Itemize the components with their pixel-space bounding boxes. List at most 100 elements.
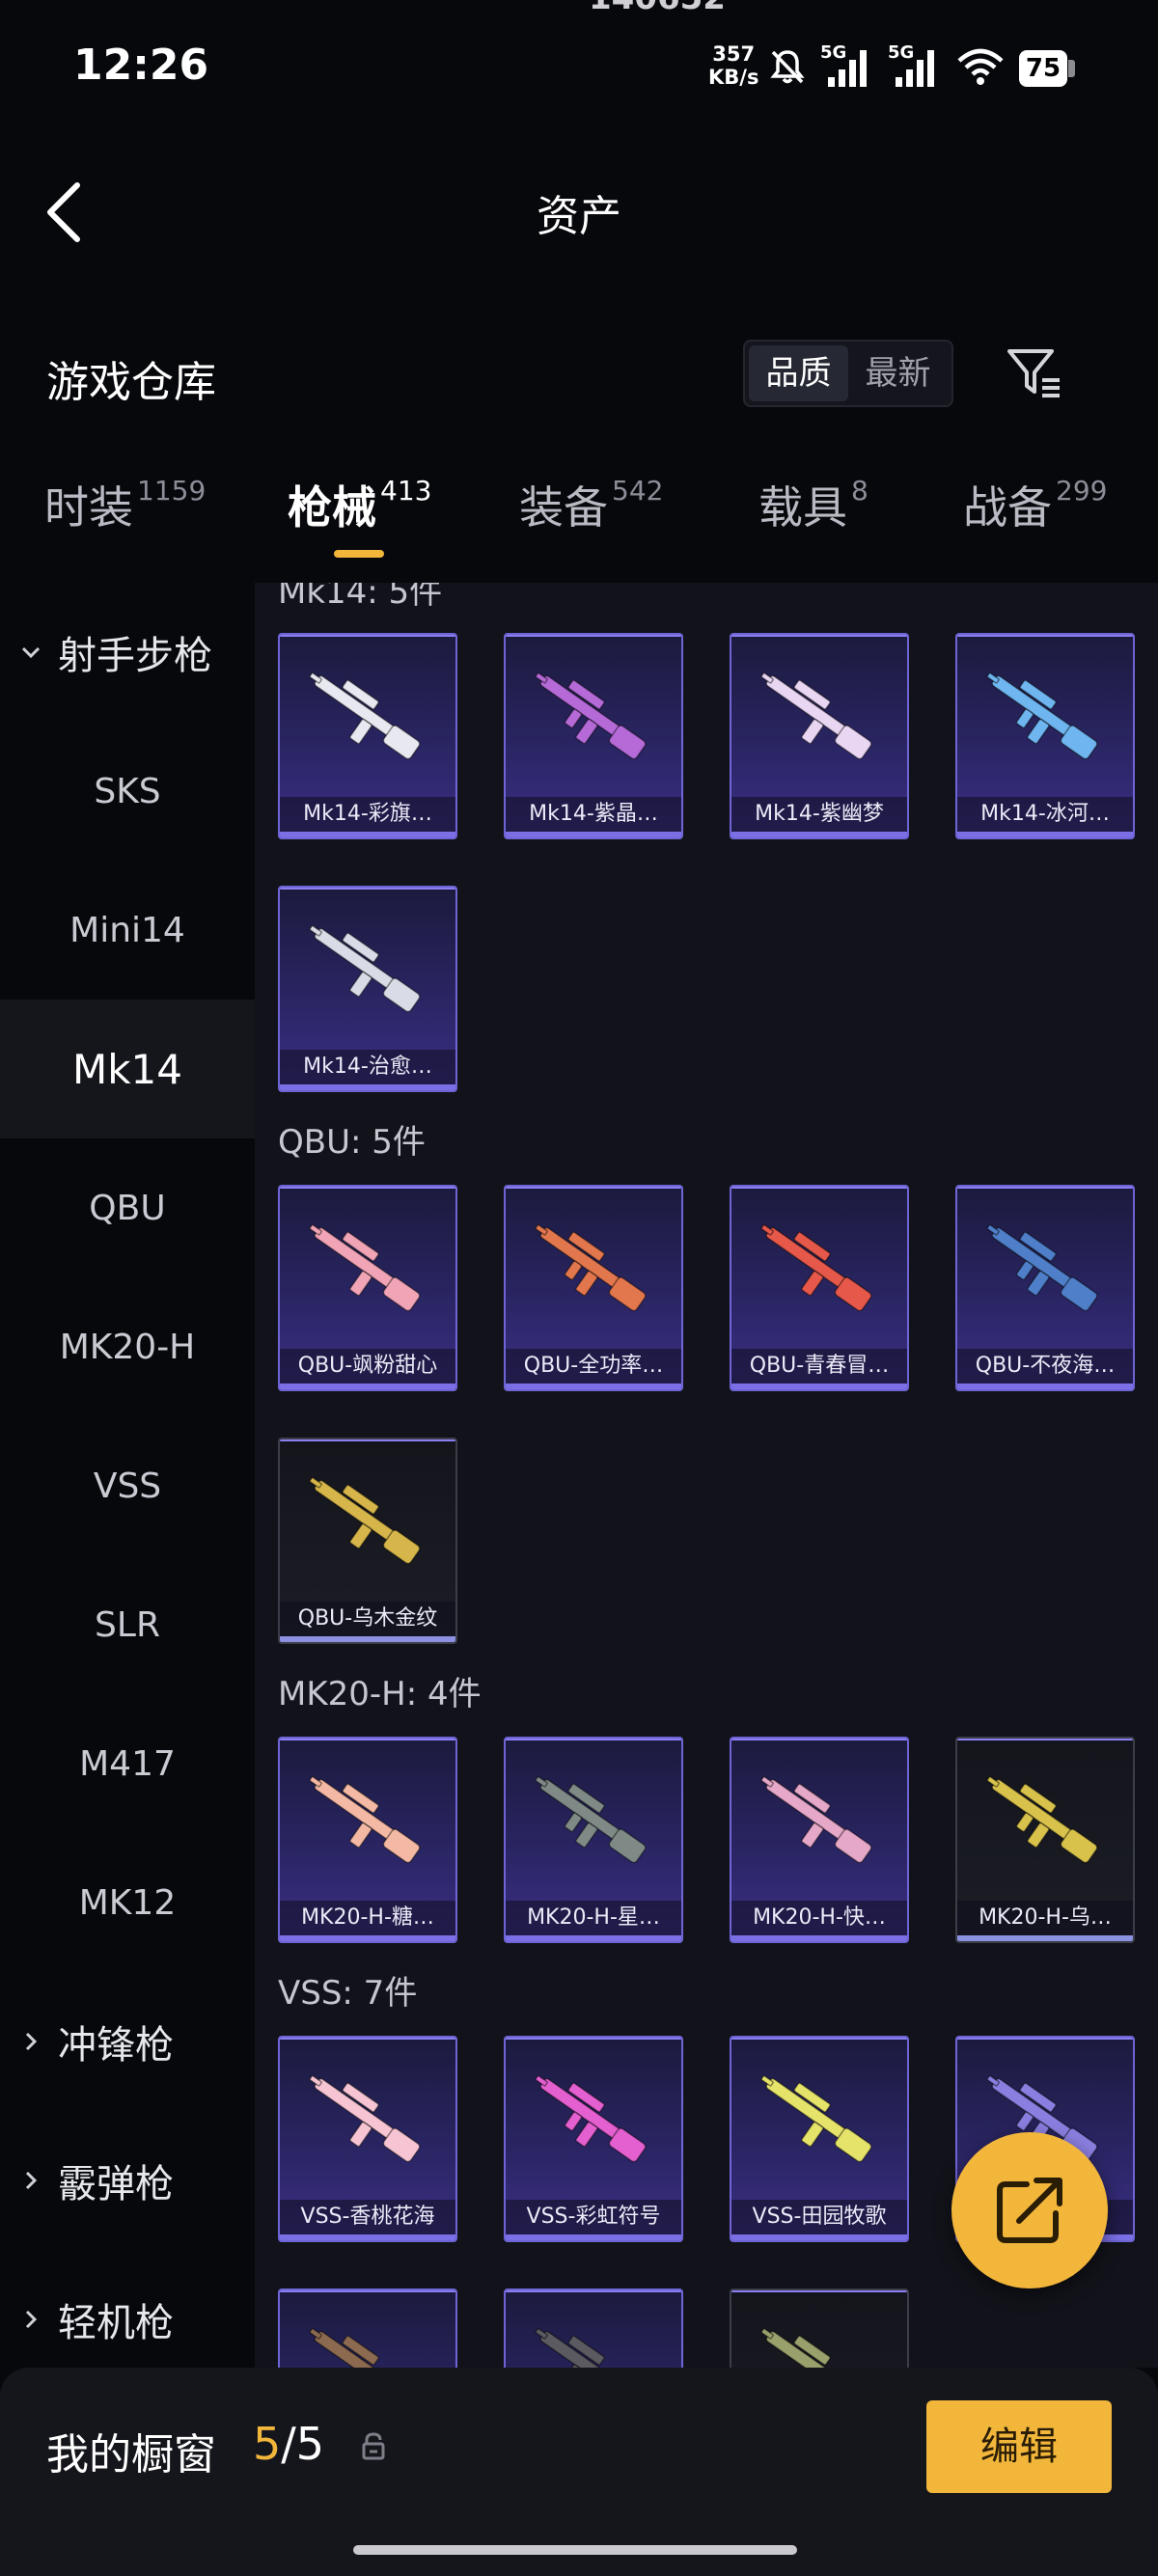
net-speed: 357 KB/s (708, 42, 758, 89)
tab-fashion[interactable]: 时装 1159 (44, 473, 206, 565)
sidebar-group-label: 冲锋枪 (58, 2023, 174, 2068)
skin-card[interactable]: MK20-H-糖… (278, 1737, 457, 1943)
skin-card[interactable]: Mk14-治愈… (278, 886, 457, 1092)
rifle-skin-icon (309, 2327, 415, 2368)
skin-grid: Mk14: 5件 QBU: 5件 MK20-H: 4件 VSS: 7件 Mk14… (255, 583, 1158, 2368)
group-header-qbu: QBU: 5件 (278, 1123, 426, 1162)
skin-card[interactable] (730, 2288, 909, 2368)
mute-bell-icon (770, 50, 805, 84)
card-top-border (506, 1739, 681, 1740)
skin-card[interactable]: Mk14-紫幽梦 (730, 633, 909, 839)
skin-card[interactable]: Mk14-紫晶… (504, 633, 683, 839)
sidebar-group-label: 射手步枪 (58, 634, 212, 678)
skin-name: MK20-H-快… (731, 1901, 907, 1935)
skin-card[interactable] (504, 2288, 683, 2368)
sidebar-item-m417[interactable]: M417 (0, 1694, 255, 1833)
share-button[interactable] (951, 2132, 1108, 2288)
sidebar-item-sks[interactable]: SKS (0, 722, 255, 861)
rifle-skin-icon (986, 1223, 1098, 1312)
filter-button[interactable] (1004, 342, 1065, 403)
rifle-skin-icon (760, 2327, 867, 2368)
group-header-mk20h: MK20-H: 4件 (278, 1675, 482, 1713)
chevron-down-icon (21, 646, 41, 659)
rarity-bar (280, 1935, 455, 1941)
sort-option-quality[interactable]: 品质 (749, 345, 848, 401)
back-button[interactable] (37, 174, 95, 251)
showcase-separator: / (281, 2418, 296, 2470)
rifle-skin-icon (309, 1476, 421, 1565)
skin-card[interactable]: QBU-飒粉甜心 (278, 1185, 457, 1391)
skin-card[interactable]: QBU-全功率… (504, 1185, 683, 1391)
card-top-border (280, 1187, 455, 1189)
skin-name: QBU-飒粉甜心 (280, 1349, 455, 1384)
tab-label: 时装 (44, 481, 133, 534)
category-tabs: 时装 1159 枪械 413 装备 542 载具 8 战备 299 (0, 473, 1158, 565)
rarity-bar (731, 1384, 907, 1389)
sidebar-group-marksman-rifles[interactable]: 射手步枪 (0, 583, 255, 722)
sort-option-newest[interactable]: 最新 (848, 345, 948, 401)
wifi-icon (957, 48, 1004, 85)
rarity-bar (280, 1636, 455, 1642)
edit-showcase-button[interactable]: 编辑 (926, 2400, 1112, 2493)
skin-card[interactable]: VSS-香桃花海 (278, 2036, 457, 2242)
card-top-border (957, 1739, 1133, 1740)
rifle-skin-icon (986, 671, 1098, 760)
net-speed-unit: KB/s (708, 66, 759, 89)
tab-vehicles[interactable]: 载具 8 (758, 473, 868, 565)
skin-card[interactable]: MK20-H-快… (730, 1737, 909, 1943)
share-external-icon (997, 2178, 1062, 2243)
warehouse-title: 游戏仓库 (46, 358, 216, 407)
rifle-skin-icon (535, 2327, 641, 2368)
card-top-border (280, 635, 455, 637)
sidebar-item-mk14[interactable]: Mk14 (0, 1000, 255, 1138)
home-indicator[interactable] (353, 2545, 797, 2555)
battery-tip (1068, 60, 1075, 77)
sidebar-group-smg[interactable]: 冲锋枪 (0, 1972, 255, 2111)
rarity-bar (731, 2234, 907, 2240)
sidebar-item-slr[interactable]: SLR (0, 1555, 255, 1694)
sidebar-item-mk12[interactable]: MK12 (0, 1833, 255, 1972)
skin-card[interactable]: QBU-不夜海… (955, 1185, 1135, 1391)
skin-card[interactable]: Mk14-冰河… (955, 633, 1135, 839)
sidebar-item-mk20h[interactable]: MK20-H (0, 1277, 255, 1416)
rifle-skin-icon (309, 2074, 421, 2163)
skin-card[interactable] (278, 2288, 457, 2368)
card-top-border (506, 635, 681, 637)
status-top-text: 140652 (589, 0, 726, 17)
rarity-bar (506, 832, 681, 837)
rifle-skin-icon (986, 1775, 1098, 1864)
sidebar-item-vss[interactable]: VSS (0, 1416, 255, 1555)
tab-equipment[interactable]: 装备 542 (519, 473, 663, 565)
card-top-border (280, 2290, 455, 2292)
sidebar-group-label: 轻机枪 (58, 2301, 174, 2345)
skin-card[interactable]: VSS-彩虹符号 (504, 2036, 683, 2242)
skin-card[interactable]: QBU-青春冒… (730, 1185, 909, 1391)
skin-card[interactable]: MK20-H-乌… (955, 1737, 1135, 1943)
skin-name: Mk14-紫幽梦 (731, 797, 907, 832)
rarity-bar (280, 2234, 455, 2240)
skin-card[interactable]: VSS-田园牧歌 (730, 2036, 909, 2242)
rarity-bar (506, 1384, 681, 1389)
skin-name: Mk14-彩旗… (280, 797, 455, 832)
rifle-skin-icon (309, 671, 421, 760)
tab-battle-gear[interactable]: 战备 299 (963, 473, 1107, 565)
skin-card[interactable]: MK20-H-星… (504, 1737, 683, 1943)
showcase-bar: 我的橱窗 5/5 编辑 (0, 2368, 1158, 2576)
sidebar-item-qbu[interactable]: QBU (0, 1138, 255, 1277)
rifle-skin-icon (535, 671, 647, 760)
group-header-mk14: Mk14: 5件 (278, 583, 443, 612)
sidebar-group-shotgun[interactable]: 霰弹枪 (0, 2111, 255, 2250)
skin-name: QBU-青春冒… (731, 1349, 907, 1384)
status-clock: 12:26 (73, 41, 209, 90)
signal-2: 5G (888, 42, 942, 89)
card-top-border (280, 888, 455, 890)
lock-icon (362, 2432, 385, 2460)
skin-name: MK20-H-星… (506, 1901, 681, 1935)
skin-card[interactable]: QBU-乌木金纹 (278, 1438, 457, 1644)
showcase-label: 我的橱窗 (46, 2430, 216, 2480)
sidebar-item-mini14[interactable]: Mini14 (0, 861, 255, 1000)
skin-name: VSS-香桃花海 (280, 2200, 455, 2234)
showcase-count: 5/5 (253, 2418, 324, 2470)
skin-card[interactable]: Mk14-彩旗… (278, 633, 457, 839)
rifle-skin-icon (309, 1775, 421, 1864)
